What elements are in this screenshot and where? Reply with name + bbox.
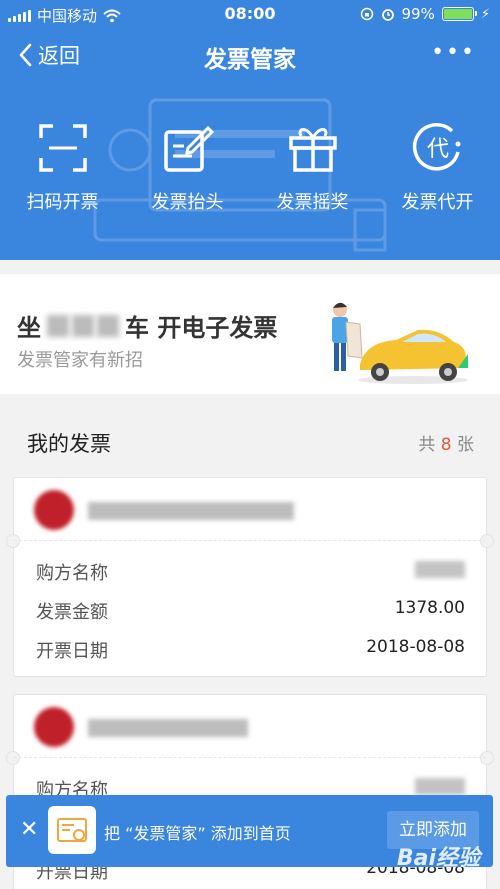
- invoice-app-icon: [57, 818, 87, 842]
- promo-banner[interactable]: 坐 车 开电子发票 发票管家有新招: [0, 274, 500, 394]
- close-icon[interactable]: ✕: [20, 817, 38, 842]
- action-invoice-lottery[interactable]: 发票摇奖: [250, 122, 375, 214]
- header: 中国移动 08:00 99% ⚡ 返回 发票管家 ••• 扫码开票 发票抬头 发…: [0, 0, 500, 260]
- invoice-count: 共 8 张: [418, 435, 474, 455]
- invoice-row-date: 开票日期 2018-08-08: [36, 637, 465, 662]
- page-title: 发票管家: [204, 47, 296, 73]
- invoice-row-buyer: 购方名称: [14, 549, 486, 588]
- invoice-row-amount: 发票金额 1378.00: [36, 598, 465, 623]
- buyer-name-redacted: [415, 778, 465, 795]
- action-scan-invoice[interactable]: 扫码开票: [0, 122, 125, 214]
- add-to-home-text: 把 “发票管家” 添加到首页: [104, 824, 291, 843]
- alarm-icon: [381, 9, 394, 21]
- action-label: 发票摇奖: [276, 192, 349, 213]
- buyer-name-redacted: [415, 561, 465, 578]
- action-proxy-invoice[interactable]: 代 发票代开: [375, 122, 500, 214]
- scan-icon: [38, 124, 87, 172]
- invoice-card[interactable]: 购方名称 发票金额 1378.00 开票日期 2018-08-08: [6, 477, 494, 677]
- watermark: Bai经验: [396, 846, 480, 871]
- more-button[interactable]: •••: [431, 40, 476, 65]
- action-invoice-header[interactable]: 发票抬头: [125, 122, 250, 214]
- redacted-text: [47, 314, 119, 337]
- gift-icon: [288, 128, 337, 172]
- action-label: 发票抬头: [151, 192, 224, 213]
- card-header: [14, 695, 486, 758]
- svg-text:代: 代: [426, 137, 448, 162]
- nav-bar: 返回 发票管家 •••: [0, 34, 500, 78]
- my-invoices-title: 我的发票: [27, 432, 111, 456]
- action-label: 扫码开票: [26, 192, 99, 213]
- card-header: [14, 478, 486, 541]
- quick-actions: 扫码开票 发票抬头 发票摇奖 代 发票代开: [0, 122, 500, 214]
- battery-percent: 99%: [401, 5, 435, 23]
- seller-name-redacted: [88, 502, 294, 520]
- seller-logo: [34, 490, 74, 530]
- action-label: 发票代开: [401, 192, 474, 213]
- banner-subtitle: 发票管家有新招: [17, 350, 143, 371]
- app-icon: [48, 806, 96, 854]
- edit-note-icon: [163, 125, 214, 172]
- charging-icon: ⚡: [480, 6, 490, 22]
- status-bar: 中国移动 08:00 99% ⚡: [0, 0, 500, 28]
- banner-title: 坐 车 开电子发票: [17, 314, 278, 342]
- rotation-lock-icon: [360, 7, 373, 21]
- seller-name-redacted: [88, 719, 248, 737]
- banner-illustration: [332, 302, 468, 384]
- seller-logo: [34, 707, 74, 747]
- battery-icon: [441, 7, 477, 21]
- proxy-invoice-icon: 代: [412, 123, 460, 171]
